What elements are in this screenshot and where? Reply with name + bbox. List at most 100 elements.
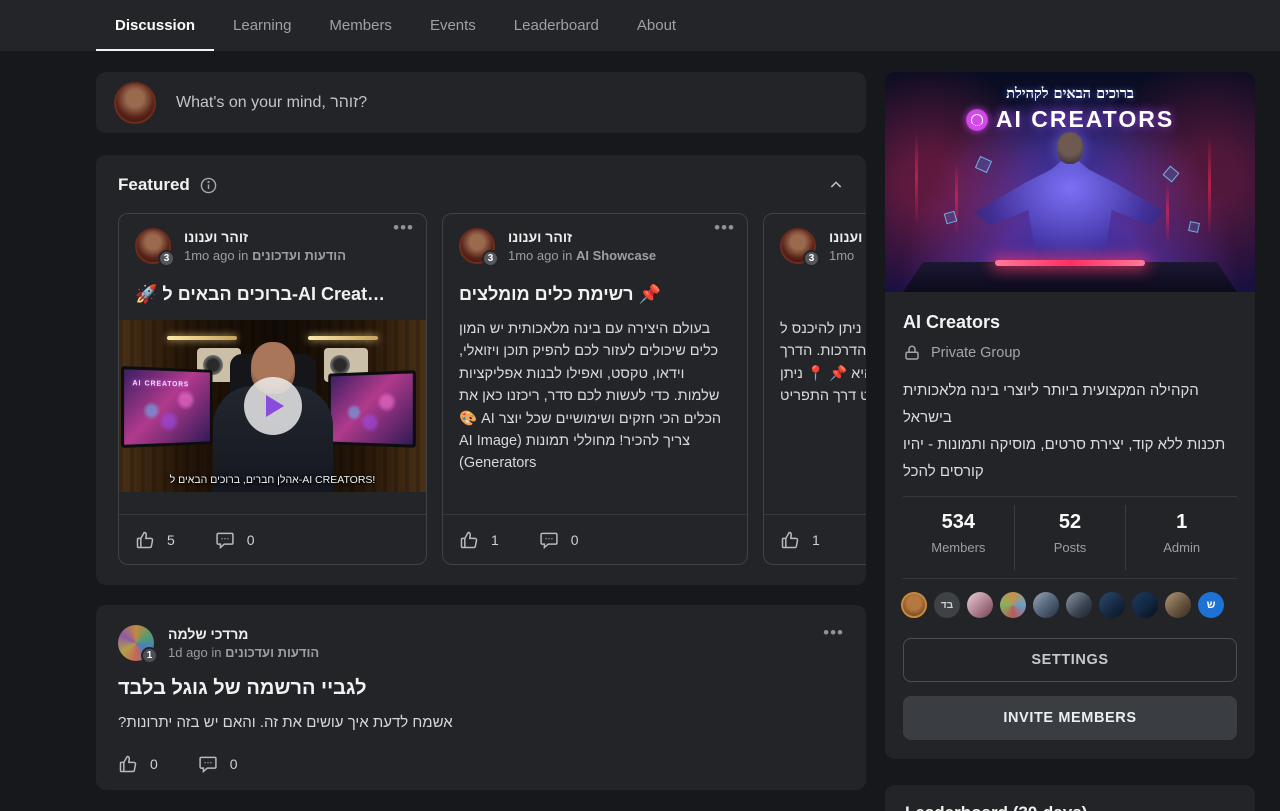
stat-admins[interactable]: 1 Admin (1125, 505, 1237, 570)
level-badge: 3 (803, 250, 820, 267)
more-options-icon[interactable]: ••• (714, 218, 735, 238)
banner-welcome-text: ברוכים הבאים לקהילת (885, 85, 1255, 103)
level-badge: 3 (158, 250, 175, 267)
level-badge: 3 (482, 250, 499, 267)
composer-placeholder: What's on your mind, זוהר? (176, 94, 367, 112)
featured-card-community[interactable]: 3 זוהר וענונו 1mo מפת הקהילה 📌 איך מתחיל… (763, 213, 866, 565)
like-count: 0 (150, 756, 158, 772)
like-icon[interactable] (135, 530, 155, 550)
like-icon[interactable] (459, 530, 479, 550)
stat-posts[interactable]: 52 Posts (1014, 505, 1126, 570)
post-body[interactable]: אשמח לדעת איך עושים את זה. והאם יש בזה י… (118, 714, 844, 731)
group-description: הקהילה המקצועית ביותר ליוצרי בינה מלאכות… (903, 377, 1237, 485)
tab-learning[interactable]: Learning (214, 0, 310, 51)
comment-count: 0 (247, 532, 255, 548)
video-subtitle: אהלן חברים, ברוכים הבאים ל-AI CREATORS! (119, 474, 426, 486)
level-badge: 1 (141, 647, 158, 664)
post-title[interactable]: מפת הקהילה 📌 (780, 284, 866, 305)
post-author[interactable]: זוהר וענונו (829, 229, 866, 245)
tab-leaderboard[interactable]: Leaderboard (495, 0, 618, 51)
brain-logo-icon (966, 109, 988, 131)
member-avatar[interactable] (1099, 592, 1125, 618)
lock-icon (903, 344, 921, 362)
post-category[interactable]: הודעות ועדכונים (225, 645, 319, 660)
group-privacy: Private Group (903, 344, 1237, 362)
post-author[interactable]: זוהר וענונו (508, 229, 656, 245)
member-avatar[interactable] (1132, 592, 1158, 618)
video-thumbnail[interactable]: AI CREATORS אהלן חברים, ברוכים הבאים ל-A… (119, 320, 426, 492)
divider (903, 578, 1237, 579)
member-avatar[interactable] (1033, 592, 1059, 618)
tab-about[interactable]: About (618, 0, 695, 51)
ceiling-light (308, 336, 378, 340)
community-tabs: Discussion Learning Members Events Leade… (96, 0, 695, 51)
comment-count: 0 (230, 756, 238, 772)
post-category[interactable]: הודעות ועדכונים (252, 248, 346, 263)
post-meta: 1mo ago in הודעות ועדכונים (184, 248, 346, 263)
post-meta: 1mo ago in AI Showcase (508, 248, 656, 263)
chevron-up-icon[interactable] (828, 177, 844, 193)
featured-cards-row: 3 זוהר וענונו 1mo ago in הודעות ועדכונים… (118, 213, 866, 565)
member-avatar[interactable] (967, 592, 993, 618)
like-icon[interactable] (780, 530, 800, 550)
leaderboard-title: Leaderboard (30-days) (905, 803, 1235, 811)
post-title[interactable]: רשימת כלים מומלצים 📌 (459, 284, 731, 305)
stat-members[interactable]: 534 Members (903, 505, 1014, 570)
ceiling-light (167, 336, 237, 340)
featured-card-welcome[interactable]: 3 זוהר וענונו 1mo ago in הודעות ועדכונים… (118, 213, 427, 565)
member-avatar[interactable] (1066, 592, 1092, 618)
comment-count: 0 (571, 532, 579, 548)
group-banner-image[interactable]: ברוכים הבאים לקהילת AI CREATORS (885, 72, 1255, 292)
member-avatar[interactable]: בד (934, 592, 960, 618)
post-body-preview[interactable]: איך מתחילים? ✅ למעלה ניתן להיכנס ל עמוד … (780, 318, 866, 482)
left-monitor: AI CREATORS (121, 366, 213, 448)
floating-cube (1163, 166, 1180, 183)
invite-members-button[interactable]: INVITE MEMBERS (903, 696, 1237, 740)
featured-section: Featured 3 זוהר וענונו 1mo ago in הודעות… (96, 155, 866, 585)
member-avatar[interactable] (1000, 592, 1026, 618)
comment-icon[interactable] (215, 530, 235, 550)
comment-icon[interactable] (539, 530, 559, 550)
post-author[interactable]: זוהר וענונו (184, 229, 346, 245)
post-body-preview[interactable]: בעולם היצירה עם בינה מלאכותית יש המון כל… (459, 318, 731, 482)
member-avatars-row: בד ש (901, 592, 1224, 618)
floating-cube (975, 156, 992, 173)
post-composer[interactable]: What's on your mind, זוהר? (96, 72, 866, 133)
member-avatar[interactable]: ש (1198, 592, 1224, 618)
post-title[interactable]: לגביי הרשמה של גוגל בלבד (118, 677, 844, 700)
featured-title: Featured (118, 175, 190, 195)
glowing-keyboard (995, 260, 1145, 266)
member-avatar[interactable] (901, 592, 927, 618)
info-icon[interactable] (200, 177, 217, 194)
top-nav-bar: Discussion Learning Members Events Leade… (0, 0, 1280, 51)
more-options-icon[interactable]: ••• (393, 218, 414, 238)
featured-card-tools[interactable]: 3 זוהר וענונו 1mo ago in AI Showcase •••… (442, 213, 748, 565)
post-meta: 1d ago in הודעות ועדכונים (168, 645, 319, 660)
tab-discussion[interactable]: Discussion (96, 0, 214, 51)
post-author[interactable]: מרדכי שלמה (168, 626, 319, 642)
leaderboard-card: Leaderboard (30-days) (885, 785, 1255, 811)
play-button[interactable] (244, 377, 302, 435)
avatar[interactable] (114, 82, 156, 124)
post-category[interactable]: AI Showcase (576, 248, 656, 263)
feed-column: What's on your mind, זוהר? Featured 3 זו… (96, 51, 866, 811)
group-name: AI Creators (903, 312, 1237, 333)
banner-brand-text: AI CREATORS (996, 106, 1174, 133)
settings-button[interactable]: SETTINGS (903, 638, 1237, 682)
like-icon[interactable] (118, 754, 138, 774)
tab-events[interactable]: Events (411, 0, 495, 51)
post-title[interactable]: 🚀 ברוכים הבאים ל-AI Creat… (135, 284, 410, 305)
comment-icon[interactable] (198, 754, 218, 774)
banner-figure (975, 154, 1165, 266)
divider (903, 496, 1237, 497)
feed-post[interactable]: 1 מרדכי שלמה 1d ago in הודעות ועדכונים •… (96, 605, 866, 790)
like-count: 1 (812, 532, 820, 548)
group-stats: 534 Members 52 Posts 1 Admin (903, 505, 1237, 570)
like-count: 1 (491, 532, 499, 548)
right-monitor (328, 370, 416, 448)
play-icon (266, 395, 284, 417)
more-options-icon[interactable]: ••• (823, 623, 844, 643)
member-avatar[interactable] (1165, 592, 1191, 618)
tab-members[interactable]: Members (310, 0, 411, 51)
sidebar: ברוכים הבאים לקהילת AI CREATORS AI Creat… (885, 51, 1255, 811)
